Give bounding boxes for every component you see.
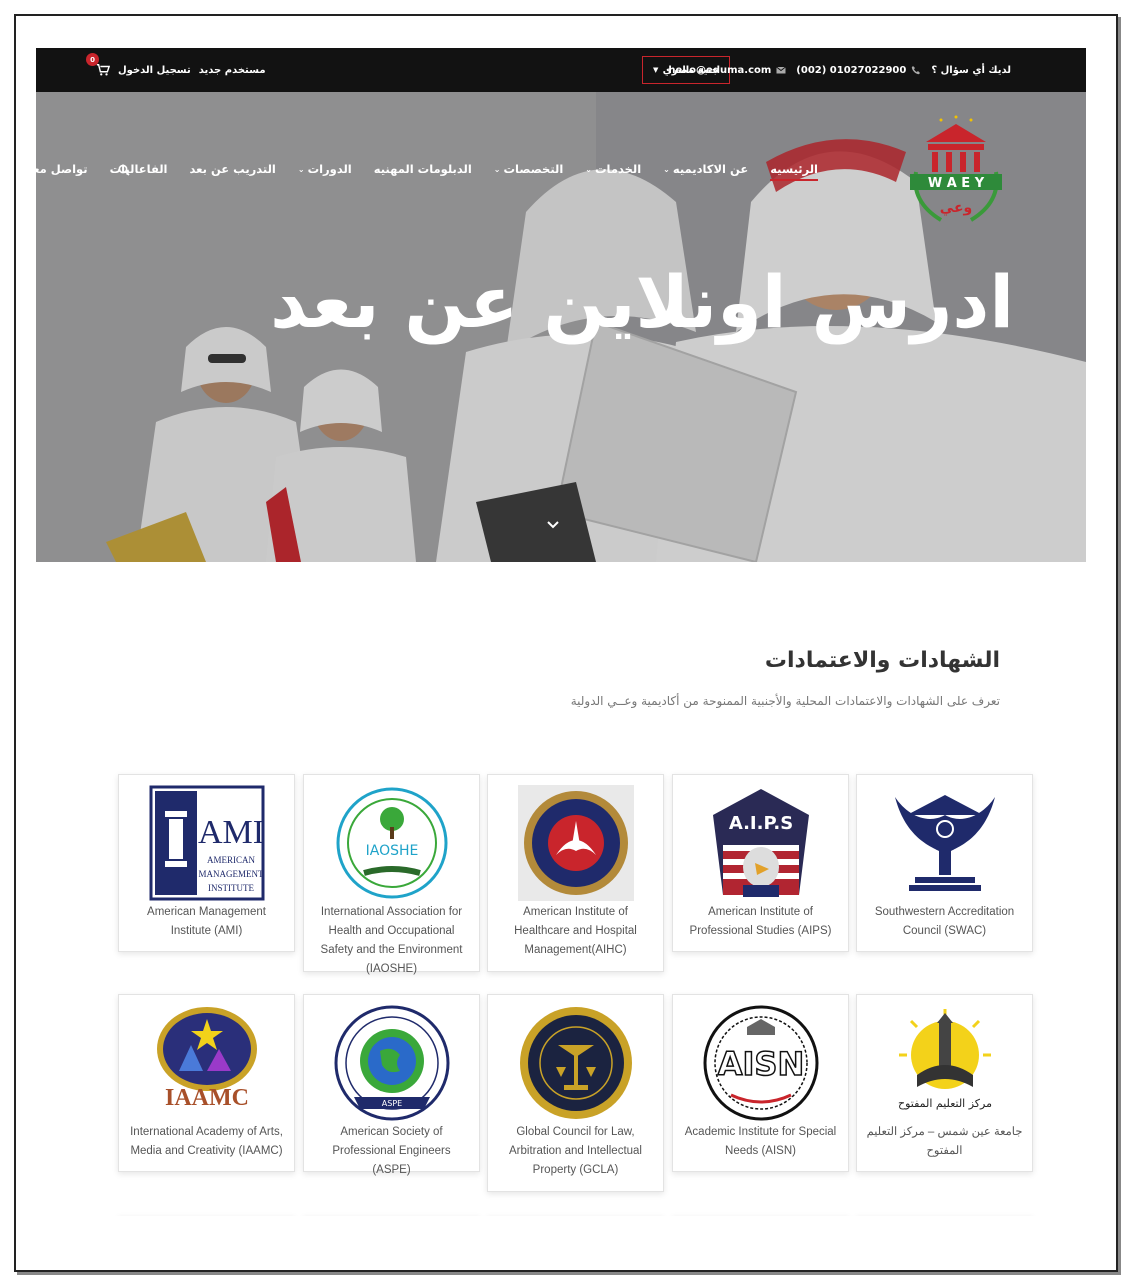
viewport-bottom-edge (16, 1216, 1116, 1270)
accreditation-name: International Academy of Arts, Media and… (130, 1126, 283, 1157)
chevron-down-icon: ⌄ (585, 164, 592, 174)
browser-frame: 0 تسجيل الدخول مستخدم جديد ▼ جنيه مصري ل… (14, 14, 1118, 1272)
ain-shams-logo-icon: مركز التعليم المفتوح (898, 1009, 992, 1110)
envelope-icon (776, 66, 787, 74)
accreditation-card[interactable]: مركز التعليم المفتوح جامعة عين شمس – مرك… (856, 994, 1033, 1172)
nav-item-home[interactable]: الرئيسيه (770, 162, 818, 181)
accreditation-name: Global Council for Law, Arbitration and … (509, 1126, 642, 1176)
aisn-logo-icon: AISN (703, 1005, 819, 1121)
svg-text:AISN: AISN (718, 1045, 805, 1083)
accreditation-card[interactable]: IAAMC International Academy of Arts, Med… (118, 994, 295, 1172)
chevron-down-icon: ⌄ (663, 164, 670, 174)
svg-text:MANAGEMENT: MANAGEMENT (199, 869, 264, 879)
nav-item-contact[interactable]: تواصل معنا (36, 162, 88, 176)
accreditation-card[interactable]: Southwestern Accreditation Council (SWAC… (856, 774, 1033, 952)
svg-text:W A E Y: W A E Y (928, 176, 985, 191)
phone-number[interactable]: (002) 01027022900 (796, 65, 906, 76)
cart-count-badge: 0 (86, 53, 99, 66)
aips-logo-icon: A.I.P.S (713, 789, 809, 897)
chevron-down-icon: ⌄ (493, 164, 501, 174)
accreditation-name: American Society of Professional Enginee… (332, 1126, 451, 1176)
svg-text:مركز التعليم المفتوح: مركز التعليم المفتوح (898, 1097, 992, 1110)
nav-item-diplomas[interactable]: الدبلومات المهنيه (374, 162, 472, 176)
contact-info: لديك أي سؤال ؟ (002) 01027022900 hello@e… (668, 48, 1011, 92)
chevron-down-icon: ⌄ (297, 164, 305, 174)
nav-item-services[interactable]: الخدمات ⌄ (585, 162, 641, 176)
accreditation-name: جامعة عين شمس – مركز التعليم المفتوح (866, 1126, 1023, 1157)
hero-title: ادرس اونلاين عن بعد (270, 260, 1014, 344)
eagle-logo-icon (895, 795, 995, 891)
accreditation-card[interactable]: ASPE American Society of Professional En… (303, 994, 480, 1176)
search-icon[interactable] (118, 164, 130, 176)
register-link[interactable]: مستخدم جديد (199, 65, 266, 76)
question-text: لديك أي سؤال ؟ (931, 64, 1011, 76)
account-links: 0 تسجيل الدخول مستخدم جديد (86, 48, 266, 92)
hero-banner: W A E Y وعي الرئيسيه عن الاكاديميه ⌄ الخد… (36, 92, 1086, 562)
svg-text:IAAMC: IAAMC (165, 1085, 249, 1111)
scroll-down-chevron-icon[interactable] (546, 520, 560, 530)
cart-icon[interactable]: 0 (86, 53, 111, 77)
accreditation-name: Academic Institute for Special Needs (AI… (684, 1126, 837, 1157)
accreditation-name: American Management Institute (AMI) (147, 906, 266, 937)
accreditation-card[interactable]: AISN Academic Institute for Special Need… (672, 994, 849, 1172)
caret-down-icon: ▼ (653, 66, 659, 74)
svg-text:A.I.P.S: A.I.P.S (729, 813, 793, 834)
accreditation-name: International Association for Health and… (320, 906, 463, 975)
iaoshe-logo-icon: IAOSHE (336, 787, 448, 899)
nav-item-about[interactable]: عن الاكاديميه ⌄ (663, 162, 748, 176)
login-link[interactable]: تسجيل الدخول (118, 65, 191, 76)
accreditation-card[interactable]: AMI AMERICAN MANAGEMENT INSTITUTE Americ… (118, 774, 295, 952)
accreditation-card[interactable]: American Institute of Healthcare and Hos… (487, 774, 664, 972)
top-bar: 0 تسجيل الدخول مستخدم جديد ▼ جنيه مصري ل… (36, 48, 1086, 92)
accreditation-card[interactable]: Global Council for Law, Arbitration and … (487, 994, 664, 1192)
section-title: الشهادات والاعتمادات (764, 648, 1000, 673)
main-nav: الرئيسيه عن الاكاديميه ⌄ الخدمات ⌄ التخصصا… (36, 162, 818, 181)
svg-text:AMERICAN: AMERICAN (207, 855, 256, 865)
accreditation-card[interactable]: A.I.P.S American Institute of Profession… (672, 774, 849, 952)
svg-text:وعي: وعي (940, 200, 972, 216)
aihc-logo-icon (518, 785, 634, 901)
phone-icon (912, 66, 921, 75)
iaamc-logo-icon: IAAMC (157, 1007, 257, 1111)
nav-item-specializations[interactable]: التخصصات ⌄ (494, 162, 563, 176)
svg-text:IAOSHE: IAOSHE (366, 843, 419, 859)
svg-text:AMI: AMI (198, 814, 264, 851)
gcla-logo-icon (520, 1007, 632, 1119)
aspe-logo-icon: ASPE (334, 1005, 450, 1121)
email-link[interactable]: hello@eduma.com (668, 65, 771, 76)
accreditation-name: American Institute of Professional Studi… (689, 906, 832, 937)
svg-text:ASPE: ASPE (382, 1099, 402, 1108)
svg-text:INSTITUTE: INSTITUTE (208, 883, 254, 893)
nav-item-remote-training[interactable]: التدريب عن بعد (189, 162, 275, 176)
accreditation-card[interactable]: IAOSHE International Association for Hea… (303, 774, 480, 975)
ami-logo-icon: AMI AMERICAN MANAGEMENT INSTITUTE (149, 785, 265, 901)
section-subtitle: تعرف على الشهادات والاعتمادات المحلية وا… (570, 694, 1000, 708)
accreditation-name: American Institute of Healthcare and Hos… (514, 906, 637, 956)
accreditation-name: Southwestern Accreditation Council (SWAC… (874, 906, 1015, 937)
nav-item-courses[interactable]: الدورات ⌄ (298, 162, 352, 176)
waey-logo[interactable]: W A E Y وعي (896, 112, 1016, 232)
